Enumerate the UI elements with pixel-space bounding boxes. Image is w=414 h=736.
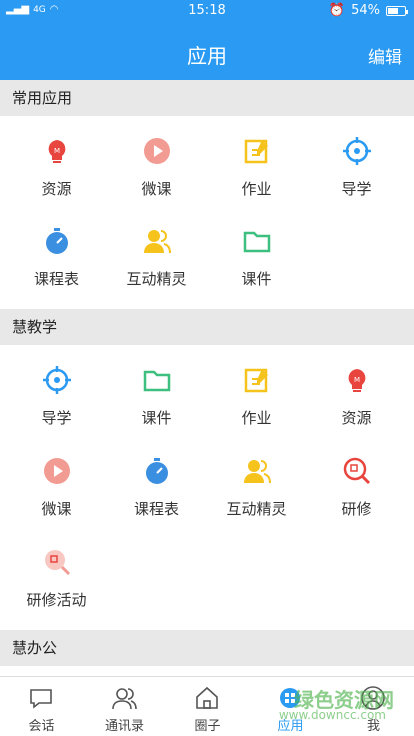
edit-button[interactable]: 编辑 xyxy=(368,43,402,68)
chat-icon xyxy=(30,689,52,709)
tab-label: 会话 xyxy=(28,719,55,734)
page-title: 应用 xyxy=(187,44,227,68)
tab-label: 圈子 xyxy=(194,719,221,734)
app-resources[interactable]: M 资源 xyxy=(5,116,108,206)
app-timetable[interactable]: 课程表 xyxy=(5,206,108,296)
app-label: 课件 xyxy=(141,409,172,427)
search-doc-icon xyxy=(45,550,71,576)
section-header-common: 常用应用 xyxy=(0,80,414,116)
app-homework[interactable]: 作业 xyxy=(205,116,308,206)
bulb-icon: M xyxy=(48,140,66,163)
stopwatch-icon xyxy=(146,458,168,484)
app-label: 研修 xyxy=(341,500,372,518)
home-icon xyxy=(196,686,218,709)
battery-percent: 54% xyxy=(351,3,380,18)
tab-contacts[interactable]: 通讯录 xyxy=(83,677,166,736)
bulb-icon: M xyxy=(348,369,366,392)
play-icon xyxy=(144,138,170,164)
folder-icon xyxy=(243,231,271,253)
app-courseware[interactable]: 课件 xyxy=(205,206,308,296)
status-bar: ▂▄▆ 4G ◠ 15:18 ⏰ 54% xyxy=(0,0,414,24)
stopwatch-icon xyxy=(46,228,68,254)
target-icon xyxy=(343,137,371,165)
users-icon xyxy=(144,230,171,254)
contacts-icon xyxy=(112,688,137,710)
folder-icon xyxy=(143,370,171,392)
edit-icon xyxy=(244,139,268,164)
app-microcourse[interactable]: 微课 xyxy=(5,436,108,526)
app-research-activity[interactable]: 研修活动 xyxy=(5,527,108,617)
app-label: 微课 xyxy=(41,500,72,518)
alarm-icon: ⏰ xyxy=(328,3,346,18)
app-label: 作业 xyxy=(241,180,272,198)
watermark-url: www.downcc.com xyxy=(278,708,386,722)
app-resources[interactable]: M 资源 xyxy=(305,345,408,435)
app-label: 互动精灵 xyxy=(226,500,287,518)
app-courseware[interactable]: 课件 xyxy=(105,345,208,435)
app-label: 导学 xyxy=(341,180,372,198)
tab-chat[interactable]: 会话 xyxy=(0,677,83,736)
app-research[interactable]: 研修 xyxy=(305,436,408,526)
play-icon xyxy=(44,458,70,484)
app-guide[interactable]: 导学 xyxy=(305,116,408,206)
section-header-teaching: 慧教学 xyxy=(0,309,414,345)
app-homework[interactable]: 作业 xyxy=(205,345,308,435)
section-header-office: 慧办公 xyxy=(0,630,414,666)
app-guide[interactable]: 导学 xyxy=(5,345,108,435)
svg-text:M: M xyxy=(54,147,60,155)
edit-icon xyxy=(244,368,268,393)
app-label: 微课 xyxy=(141,180,172,198)
search-doc-icon xyxy=(343,457,371,485)
battery-icon xyxy=(386,5,408,16)
top-bar: ▂▄▆ 4G ◠ 15:18 ⏰ 54% 应用 编辑 xyxy=(0,0,414,80)
app-label: 课程表 xyxy=(33,270,79,288)
app-label: 作业 xyxy=(241,409,272,427)
app-label: 课程表 xyxy=(133,500,179,518)
app-label: 资源 xyxy=(341,409,372,427)
app-label: 互动精灵 xyxy=(126,270,187,288)
users-icon xyxy=(244,460,271,484)
app-interactive-sprite[interactable]: 互动精灵 xyxy=(105,206,208,296)
svg-text:M: M xyxy=(354,376,360,384)
app-microcourse[interactable]: 微课 xyxy=(105,116,208,206)
app-label: 研修活动 xyxy=(26,591,87,609)
app-timetable[interactable]: 课程表 xyxy=(105,436,208,526)
app-interactive-sprite[interactable]: 互动精灵 xyxy=(205,436,308,526)
status-right: ⏰ 54% xyxy=(328,3,408,18)
app-label: 资源 xyxy=(41,180,72,198)
tab-label: 通讯录 xyxy=(104,719,144,734)
tab-circle[interactable]: 圈子 xyxy=(166,677,249,736)
app-label: 课件 xyxy=(241,270,272,288)
target-icon xyxy=(43,366,71,394)
app-label: 导学 xyxy=(41,409,72,427)
